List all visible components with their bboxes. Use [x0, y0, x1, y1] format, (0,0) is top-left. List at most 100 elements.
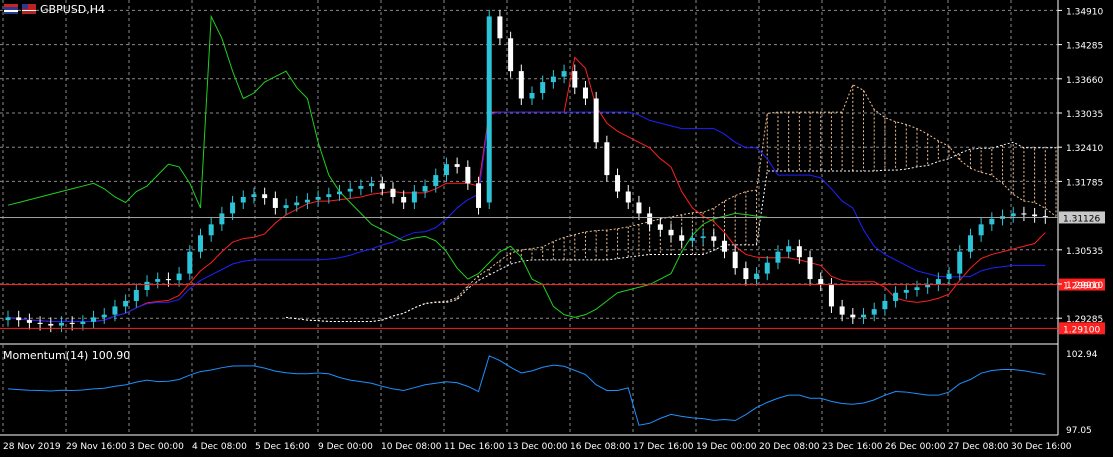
candle-body[interactable] [1021, 213, 1027, 215]
candle-body[interactable] [540, 82, 546, 94]
candle-body[interactable] [454, 164, 460, 167]
candle-body[interactable] [219, 213, 225, 225]
candle-body[interactable] [283, 205, 289, 208]
candle-body[interactable] [37, 322, 43, 324]
candle-body[interactable] [615, 175, 621, 192]
candle-body[interactable] [326, 194, 332, 197]
candle-body[interactable] [529, 93, 535, 99]
ichimoku-chart[interactable]: 1.299001.291001.349101.342851.336601.330… [0, 0, 1113, 457]
candle-body[interactable] [390, 188, 396, 197]
candle-body[interactable] [561, 71, 567, 77]
candle-body[interactable] [112, 306, 118, 315]
candle-body[interactable] [144, 281, 150, 291]
candle-body[interactable] [550, 76, 556, 83]
candle-body[interactable] [1032, 214, 1038, 217]
candle-body[interactable] [647, 213, 653, 225]
candle-body[interactable] [208, 224, 214, 236]
candle-body[interactable] [893, 292, 899, 301]
candle-body[interactable] [133, 290, 139, 301]
candle-body[interactable] [508, 38, 514, 72]
candle-body[interactable] [636, 202, 642, 214]
candle-body[interactable] [337, 191, 343, 195]
candle-body[interactable] [16, 317, 22, 321]
candle-body[interactable] [828, 284, 834, 307]
candle-body[interactable] [786, 246, 792, 252]
candle-body[interactable] [433, 175, 439, 187]
candle-body[interactable] [679, 235, 685, 241]
candle-body[interactable] [465, 166, 471, 184]
current-price-label: 1.31126 [1063, 214, 1100, 224]
candle-body[interactable] [272, 198, 278, 208]
candle-body[interactable] [989, 218, 995, 225]
candle-body[interactable] [775, 251, 781, 263]
candle-body[interactable] [5, 317, 11, 321]
time-label: 28 Nov 2019 [3, 442, 61, 452]
candle-body[interactable] [689, 238, 695, 241]
candle-body[interactable] [358, 186, 364, 189]
candle-body[interactable] [946, 273, 952, 280]
candle-body[interactable] [657, 224, 663, 230]
candle-body[interactable] [294, 202, 300, 206]
candle-body[interactable] [155, 279, 161, 282]
candle-body[interactable] [721, 240, 727, 252]
candle-body[interactable] [379, 183, 385, 189]
candle-body[interactable] [91, 317, 97, 322]
candle-body[interactable] [251, 194, 257, 197]
candle-body[interactable] [903, 290, 909, 293]
candle-body[interactable] [978, 224, 984, 236]
candle-body[interactable] [315, 196, 321, 200]
time-label: 26 Dec 00:00 [885, 442, 946, 452]
candle-body[interactable] [347, 188, 353, 192]
candle-body[interactable] [743, 268, 749, 280]
candle-body[interactable] [882, 300, 888, 310]
candle-body[interactable] [262, 194, 268, 199]
candle-body[interactable] [593, 98, 599, 143]
candle-body[interactable] [668, 229, 674, 236]
candle-body[interactable] [754, 273, 760, 280]
candle-body[interactable] [796, 246, 802, 258]
candle-body[interactable] [48, 323, 54, 326]
candle-body[interactable] [711, 236, 717, 241]
candle-body[interactable] [807, 257, 813, 280]
candle-body[interactable] [818, 279, 824, 285]
candle-body[interactable] [1010, 213, 1016, 217]
candle-body[interactable] [625, 191, 631, 203]
candle-body[interactable] [240, 196, 246, 203]
candle-body[interactable] [871, 309, 877, 315]
candle-body[interactable] [914, 287, 920, 291]
candle-body[interactable] [572, 71, 578, 88]
candle-body[interactable] [101, 314, 107, 318]
candle-body[interactable] [69, 322, 75, 324]
symbol-title: GBPUSD,H4 [40, 3, 105, 16]
candle-body[interactable] [604, 142, 610, 176]
candle-body[interactable] [58, 322, 64, 326]
candle-body[interactable] [497, 16, 503, 39]
candle-body[interactable] [197, 235, 203, 252]
candle-body[interactable] [411, 191, 417, 203]
candle-body[interactable] [518, 71, 524, 99]
candle-body[interactable] [850, 314, 856, 318]
candle-body[interactable] [486, 16, 492, 203]
candle-body[interactable] [957, 251, 963, 274]
candle-body[interactable] [26, 320, 32, 323]
candle-body[interactable] [304, 199, 310, 203]
candle-body[interactable] [732, 251, 738, 269]
candle-body[interactable] [700, 236, 706, 239]
candle-body[interactable] [230, 202, 236, 214]
candle-body[interactable] [967, 235, 973, 252]
candle-body[interactable] [839, 306, 845, 315]
candle-body[interactable] [476, 183, 482, 208]
candle-body[interactable] [123, 300, 129, 307]
candle-body[interactable] [861, 314, 867, 318]
candle-body[interactable] [369, 183, 375, 187]
candle-body[interactable] [187, 251, 193, 274]
candle-body[interactable] [582, 87, 588, 99]
candle-body[interactable] [165, 279, 171, 281]
candle-body[interactable] [422, 186, 428, 192]
candle-body[interactable] [764, 262, 770, 274]
candle-body[interactable] [443, 164, 449, 176]
candle-body[interactable] [401, 196, 407, 203]
candle-body[interactable] [935, 279, 941, 285]
candle-body[interactable] [80, 321, 86, 324]
candle-body[interactable] [176, 273, 182, 281]
